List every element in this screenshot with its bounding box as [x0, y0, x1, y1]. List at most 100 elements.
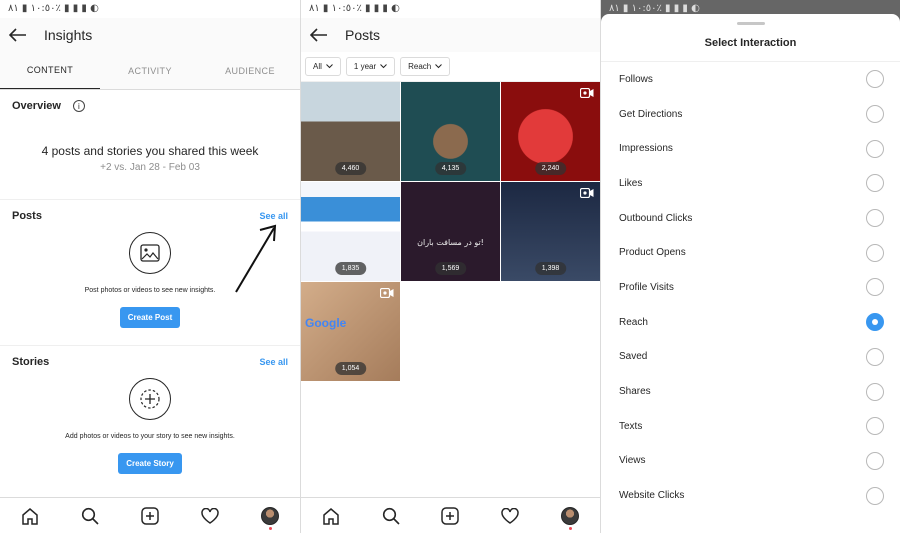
filter-label: Reach	[408, 62, 432, 71]
post-thumbnail[interactable]: 4,460	[301, 82, 400, 181]
post-reach-count: 1,054	[334, 362, 367, 375]
chevron-down-icon	[380, 64, 387, 69]
radio-button[interactable]	[866, 174, 884, 193]
interaction-option-label: Impressions	[619, 143, 673, 155]
chevron-down-icon	[326, 64, 333, 69]
radio-button[interactable]	[866, 243, 884, 262]
stories-section: Stories See all Add photos or videos to …	[0, 346, 300, 484]
page-title: Posts	[345, 27, 381, 43]
create-story-button[interactable]: Create Story	[118, 453, 182, 474]
notification-dot	[268, 526, 272, 530]
radio-button[interactable]	[866, 486, 884, 505]
interaction-option[interactable]: Views	[601, 444, 900, 479]
new-post-icon[interactable]	[438, 504, 462, 528]
interaction-option[interactable]: Shares	[601, 374, 900, 409]
tab-activity[interactable]: ACTIVITY	[100, 52, 200, 89]
profile-avatar[interactable]	[558, 504, 582, 530]
tab-content[interactable]: CONTENT	[0, 52, 100, 89]
stories-hint: Add photos or videos to your story to se…	[65, 433, 235, 440]
interaction-option[interactable]: Profile Visits	[601, 270, 900, 305]
home-icon[interactable]	[319, 504, 343, 528]
interaction-option-label: Likes	[619, 177, 643, 189]
insights-screen: ١٠:٥٠ ▮ ٨١٪ ▮ ▮ ▮ ◐ Insights CONTENT ACT…	[0, 0, 300, 533]
status-bar: ١٠:٥٠ ▮ ٨١٪ ▮ ▮ ▮ ◐	[309, 3, 400, 14]
video-icon	[580, 88, 594, 98]
chevron-down-icon	[435, 64, 443, 69]
overview-summary: 4 posts and stories you shared this week	[41, 144, 259, 158]
interaction-option[interactable]: Impressions	[601, 131, 900, 166]
interaction-option[interactable]: Reach	[601, 305, 900, 340]
notification-dot	[568, 526, 572, 530]
post-thumbnail[interactable]: Google 1,054	[301, 282, 400, 381]
post-thumbnail[interactable]: تو در مسافت باران! 1,569	[401, 182, 500, 281]
interaction-option[interactable]: Outbound Clicks	[601, 201, 900, 236]
interaction-option-label: Product Opens	[619, 247, 686, 259]
post-thumbnail[interactable]: 2,240	[501, 82, 600, 181]
radio-button[interactable]	[866, 70, 884, 89]
posts-screen: ١٠:٥٠ ▮ ٨١٪ ▮ ▮ ▮ ◐ Posts All 1 year Rea…	[300, 0, 600, 533]
filter-period-dropdown[interactable]: 1 year	[345, 57, 396, 76]
filter-label: All	[313, 62, 322, 71]
overview-comparison: +2 vs. Jan 28 - Feb 03	[100, 162, 200, 173]
radio-button[interactable]	[866, 105, 884, 124]
post-reach-count: 4,460	[334, 162, 367, 175]
video-icon	[380, 288, 394, 298]
create-post-button[interactable]: Create Post	[119, 307, 181, 328]
interaction-options: Follows Get Directions Impressions Likes Out…	[601, 62, 900, 513]
interaction-screen: ١٠:٥٠ ▮ ٨١٪ ▮ ▮ ▮ ◐ Select Interaction F…	[600, 0, 900, 533]
stories-see-all-link[interactable]: See all	[259, 357, 288, 367]
page-title: Insights	[44, 27, 93, 43]
post-reach-count: 4,135	[434, 162, 467, 175]
interaction-option[interactable]: Likes	[601, 166, 900, 201]
radio-button[interactable]	[866, 278, 884, 297]
interaction-option[interactable]: Follows	[601, 62, 900, 97]
interaction-option[interactable]: Get Directions	[601, 97, 900, 132]
radio-button[interactable]	[866, 347, 884, 366]
interaction-option[interactable]: Product Opens	[601, 235, 900, 270]
radio-button[interactable]	[866, 451, 884, 470]
profile-avatar[interactable]	[258, 504, 282, 530]
tab-audience[interactable]: AUDIENCE	[200, 52, 300, 89]
video-icon	[580, 188, 594, 198]
interaction-option-label: Profile Visits	[619, 281, 674, 293]
heart-icon[interactable]	[498, 504, 522, 528]
sheet-title: Select Interaction	[601, 37, 900, 62]
interaction-option[interactable]: Saved	[601, 340, 900, 375]
heart-icon[interactable]	[198, 504, 222, 528]
new-post-icon[interactable]	[138, 504, 162, 528]
radio-button[interactable]	[866, 139, 884, 158]
radio-button[interactable]	[866, 313, 884, 332]
insights-header: Insights	[0, 18, 300, 52]
insights-tabs: CONTENT ACTIVITY AUDIENCE	[0, 52, 300, 90]
filter-metric-dropdown[interactable]: Reach	[400, 57, 451, 76]
interaction-option-label: Website Clicks	[619, 490, 685, 502]
post-grid: 4,460 4,135 2,240 1,835 تو در مسافت باران! 1,…	[301, 82, 600, 381]
interaction-option-label: Get Directions	[619, 108, 683, 120]
interaction-option-label: Follows	[619, 73, 653, 85]
info-icon[interactable]: i	[72, 100, 85, 112]
stories-title: Stories	[12, 356, 50, 368]
search-icon[interactable]	[78, 504, 102, 528]
filter-type-dropdown[interactable]: All	[305, 57, 341, 76]
radio-button[interactable]	[866, 382, 884, 401]
post-thumbnail[interactable]: 1,398	[501, 182, 600, 281]
overview-section: Overview i 4 posts and stories you share…	[0, 90, 300, 200]
overview-title: Overview	[12, 100, 61, 112]
post-thumbnail[interactable]: 4,135	[401, 82, 500, 181]
radio-button[interactable]	[866, 417, 884, 436]
interaction-option[interactable]: Texts	[601, 409, 900, 444]
posts-see-all-link[interactable]: See all	[259, 211, 288, 221]
post-reach-count: 1,835	[334, 262, 367, 275]
post-thumbnail[interactable]: 1,835	[301, 182, 400, 281]
home-icon[interactable]	[18, 504, 42, 528]
sheet-handle[interactable]	[736, 22, 765, 25]
post-overlay-text: Google	[305, 316, 347, 330]
interaction-option[interactable]: Website Clicks	[601, 478, 900, 513]
post-overlay-text: تو در مسافت باران!	[417, 238, 484, 247]
radio-button[interactable]	[866, 209, 884, 228]
post-reach-count: 1,569	[434, 262, 467, 275]
search-icon[interactable]	[379, 504, 403, 528]
posts-title: Posts	[12, 210, 42, 222]
back-arrow-icon[interactable]	[309, 25, 329, 45]
back-arrow-icon[interactable]	[8, 25, 28, 45]
